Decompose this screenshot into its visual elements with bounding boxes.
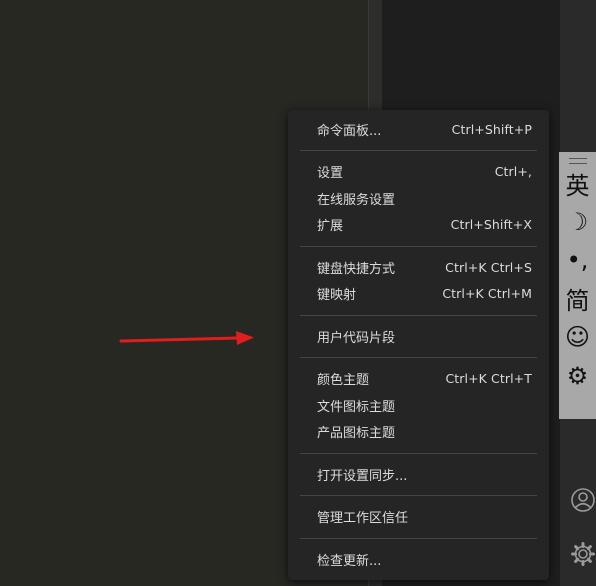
menu-item-label: 检查更新...	[317, 553, 382, 569]
menu-item-label: 管理工作区信任	[317, 511, 409, 527]
account-icon[interactable]	[570, 487, 596, 513]
menu-item-label: 键映射	[317, 288, 357, 304]
menu-item-shortcut: Ctrl+K Ctrl+M	[442, 286, 532, 302]
menu-item-label: 设置	[317, 166, 344, 182]
menu-item[interactable]: 扩展 Ctrl+Shift+X	[288, 212, 549, 239]
english-mode-icon[interactable]: 英	[559, 164, 596, 203]
menu-item-label: 用户代码片段	[317, 330, 396, 346]
punctuation-icon[interactable]: •,	[559, 241, 596, 280]
red-arrow-annotation	[119, 331, 254, 345]
menu-item-shortcut: Ctrl+Shift+P	[451, 121, 532, 137]
menu-item-label: 扩展	[317, 219, 344, 235]
manage-gear-icon[interactable]	[570, 541, 596, 567]
menu-separator	[300, 357, 537, 358]
manage-context-menu: 命令面板... Ctrl+Shift+P 设置 Ctrl+, 在线服务设置 扩展 Ctrl+…	[288, 110, 549, 580]
menu-item[interactable]: 命令面板... Ctrl+Shift+P	[288, 116, 549, 143]
menu-separator	[300, 495, 537, 496]
simplified-chinese-icon[interactable]: 简	[559, 280, 596, 319]
menu-item[interactable]: 文件图标主题	[288, 392, 549, 419]
menu-item-shortcut: Ctrl+K Ctrl+T	[445, 371, 532, 387]
menu-item[interactable]: 产品图标主题	[288, 419, 549, 446]
menu-item-label: 产品图标主题	[317, 426, 396, 442]
menu-item[interactable]: 在线服务设置	[288, 185, 549, 212]
menu-item-label: 在线服务设置	[317, 192, 396, 208]
moon-icon[interactable]: ☽	[559, 203, 596, 242]
menu-item[interactable]: 管理工作区信任	[288, 504, 549, 531]
ime-settings-icon[interactable]: ⚙	[559, 357, 596, 396]
menu-item-label: 文件图标主题	[317, 399, 396, 415]
menu-item-label: 颜色主题	[317, 373, 370, 389]
ime-toolbar: 英 ☽ •, 简 ☺ ⚙	[559, 152, 596, 419]
menu-item-label: 命令面板...	[317, 123, 382, 139]
menu-item-label: 键盘快捷方式	[317, 261, 396, 277]
menu-separator	[300, 537, 537, 539]
menu-separator	[300, 314, 537, 316]
menu-item[interactable]: 检查更新...	[288, 546, 549, 573]
menu-separator	[300, 245, 537, 247]
menu-item[interactable]: 设置 Ctrl+,	[288, 159, 549, 186]
menu-item[interactable]: 键盘快捷方式 Ctrl+K Ctrl+S	[288, 254, 549, 281]
menu-item[interactable]: 颜色主题 Ctrl+K Ctrl+T	[288, 366, 549, 393]
menu-item[interactable]: 打开设置同步...	[288, 461, 549, 488]
menu-item-shortcut: Ctrl+Shift+X	[450, 217, 532, 233]
menu-item[interactable]: 用户代码片段	[288, 323, 549, 350]
menu-item-shortcut: Ctrl+,	[494, 164, 532, 180]
emoji-icon[interactable]: ☺	[559, 318, 596, 357]
menu-item-label: 打开设置同步...	[317, 468, 408, 484]
menu-item[interactable]: 键映射 Ctrl+K Ctrl+M	[288, 281, 549, 308]
menu-separator	[300, 150, 537, 151]
menu-item-shortcut: Ctrl+K Ctrl+S	[445, 259, 532, 275]
menu-separator	[300, 452, 537, 454]
